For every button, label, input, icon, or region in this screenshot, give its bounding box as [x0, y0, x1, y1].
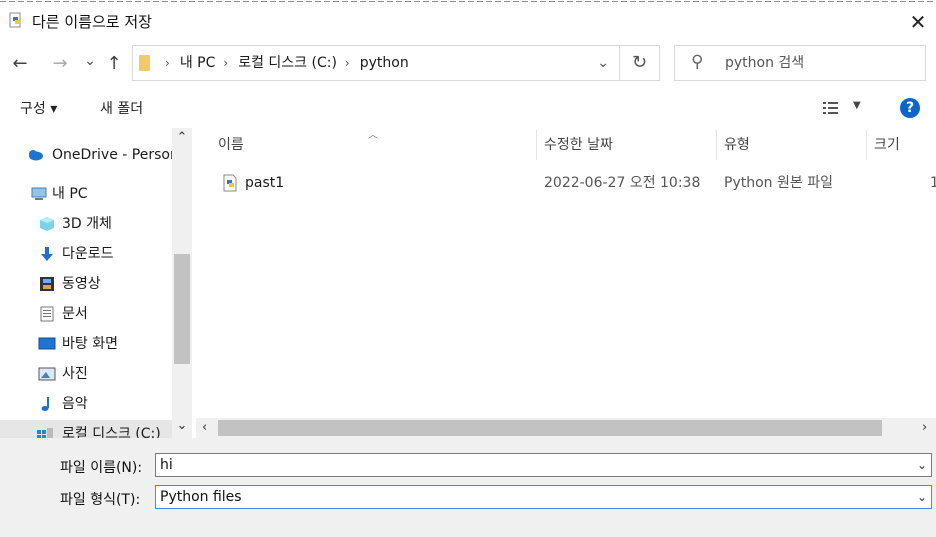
column-divider[interactable]	[536, 130, 537, 160]
scroll-down-icon[interactable]: ⌄	[172, 418, 192, 433]
sidebar-item-label: 사진	[62, 366, 88, 382]
chevron-down-icon[interactable]: ⌄	[917, 486, 927, 508]
search-box[interactable]: ⚲ python 검색	[674, 45, 926, 81]
sidebar-item-label: 로컬 디스크 (C:)	[62, 426, 161, 438]
title-bar: 다른 이름으로 저장 ✕	[0, 3, 936, 36]
command-toolbar: 구성 ▾ 새 폴더	[0, 92, 936, 126]
sidebar-item-label: 바탕 화면	[62, 336, 118, 352]
arrow-up-icon: ↑	[106, 53, 122, 74]
scroll-up-icon[interactable]: ⌃	[172, 130, 192, 145]
filename-input[interactable]: hi ⌄	[155, 453, 932, 477]
breadcrumb-separator: ›	[223, 56, 229, 70]
filetype-select[interactable]: Python files ⌄	[155, 485, 932, 509]
sidebar-item-label: 동영상	[62, 276, 101, 292]
view-options-icon[interactable]	[822, 100, 842, 116]
scrollbar-thumb[interactable]	[174, 254, 190, 364]
view-dropdown-icon[interactable]: ▼	[853, 100, 861, 111]
new-folder-button[interactable]: 새 폴더	[100, 92, 143, 126]
cloud-icon	[29, 150, 43, 161]
chevron-down-icon: ⌄	[84, 53, 96, 69]
search-icon: ⚲	[691, 52, 704, 72]
sidebar-item-label: 내 PC	[52, 186, 88, 202]
table-row[interactable]: past1 2022-06-27 오전 10:38 Python 원본 파일 1	[214, 168, 936, 198]
python-file-icon	[223, 174, 237, 192]
arrow-left-icon: ←	[12, 53, 28, 74]
help-button[interactable]: ?	[900, 98, 920, 118]
refresh-icon: ↻	[631, 52, 648, 73]
sidebar-item-label: OneDrive - Person	[52, 147, 179, 163]
film-icon	[40, 277, 54, 291]
back-button[interactable]: ←	[6, 44, 34, 84]
scroll-left-icon[interactable]: ‹	[202, 418, 207, 438]
close-button[interactable]: ✕	[905, 9, 931, 35]
file-modified: 2022-06-27 오전 10:38	[544, 175, 701, 191]
computer-icon	[31, 187, 47, 200]
drive-icon	[37, 428, 53, 438]
desktop-icon	[38, 337, 56, 350]
download-icon	[41, 247, 53, 261]
cube-icon	[40, 217, 54, 231]
organize-button[interactable]: 구성 ▾	[20, 92, 57, 126]
file-list-horizontal-scrollbar[interactable]: ‹ ›	[196, 418, 936, 438]
music-icon	[41, 397, 49, 411]
sidebar-item-label: 음악	[62, 396, 88, 412]
filetype-label: 파일 형식(T):	[60, 492, 141, 508]
folder-icon	[139, 55, 150, 71]
file-type: Python 원본 파일	[724, 175, 833, 191]
breadcrumb-item-local-disk[interactable]: 로컬 디스크 (C:)	[238, 55, 337, 71]
file-size: 1	[930, 175, 936, 191]
column-divider[interactable]	[716, 130, 717, 160]
arrow-right-icon: →	[52, 53, 68, 74]
save-options-panel: 파일 이름(N): hi ⌄ 파일 형식(T): Python files ⌄	[0, 438, 936, 537]
address-dropdown-icon[interactable]: ⌄	[597, 46, 609, 80]
column-header-modified[interactable]: 수정한 날짜	[544, 128, 613, 162]
column-header-name[interactable]: 이름	[218, 128, 244, 162]
sidebar-item-label: 문서	[62, 306, 88, 322]
file-name: past1	[245, 175, 285, 191]
breadcrumb-separator: ›	[344, 56, 350, 70]
column-header-size[interactable]: 크기	[874, 128, 900, 162]
breadcrumb-item-this-pc[interactable]: 내 PC	[180, 55, 216, 71]
column-header-type[interactable]: 유형	[724, 128, 750, 162]
nav-pane-vertical-scrollbar[interactable]: ⌃ ⌄	[172, 128, 192, 438]
filetype-value: Python files	[160, 489, 242, 505]
column-divider[interactable]	[866, 130, 867, 160]
address-bar[interactable]: › 내 PC › 로컬 디스크 (C:) › python ⌄	[132, 45, 620, 81]
breadcrumb: › 내 PC › 로컬 디스크 (C:) › python	[157, 46, 409, 80]
scrollbar-thumb[interactable]	[218, 420, 882, 436]
breadcrumb-item-python[interactable]: python	[360, 55, 409, 71]
close-icon: ✕	[909, 10, 927, 34]
sidebar-item-label: 다운로드	[62, 246, 114, 262]
sidebar-item-label: 3D 개체	[62, 216, 112, 232]
navigation-pane: OneDrive - Person 내 PC 3D 개체 다운로드 동영상 문서…	[0, 128, 192, 438]
forward-button[interactable]: →	[46, 44, 74, 84]
document-icon	[40, 306, 54, 322]
filename-value: hi	[160, 457, 173, 473]
python-app-icon	[9, 12, 21, 28]
filename-label: 파일 이름(N):	[60, 460, 143, 476]
breadcrumb-separator: ›	[165, 56, 170, 70]
chevron-down-icon[interactable]: ⌄	[917, 454, 927, 476]
sort-ascending-icon: ︿	[368, 130, 378, 141]
window-title: 다른 이름으로 저장	[32, 13, 152, 31]
scroll-right-icon[interactable]: ›	[922, 418, 927, 438]
refresh-button[interactable]: ↻	[620, 45, 660, 81]
file-list: ︿ 이름 수정한 날짜 유형 크기 past1 2022-06-27 오전 10…	[192, 128, 936, 418]
search-placeholder: python 검색	[725, 55, 805, 71]
picture-icon	[38, 367, 56, 381]
up-button[interactable]: ↑	[100, 44, 128, 84]
